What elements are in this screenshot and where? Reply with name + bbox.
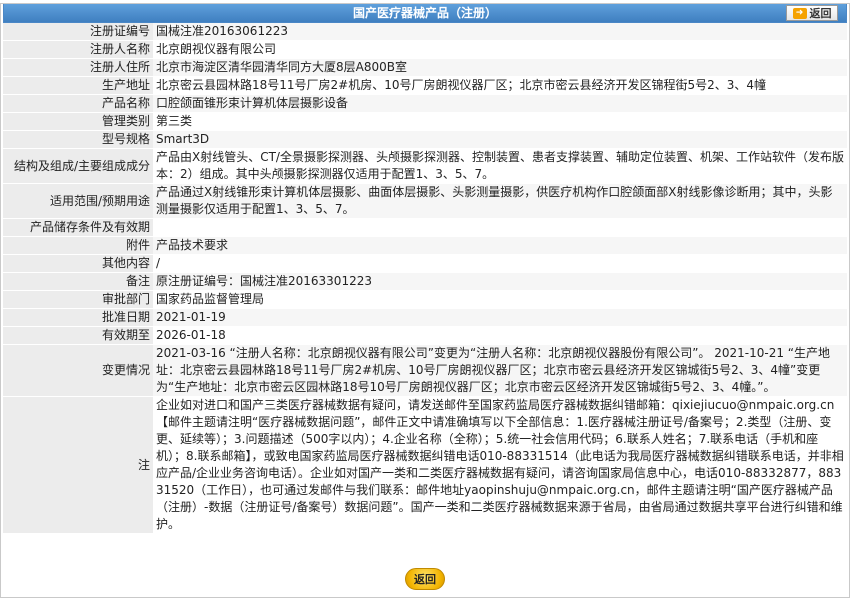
- back-button-top[interactable]: ➜ 返回: [786, 5, 838, 21]
- field-value: 产品通过X射线锥形束计算机体层摄影、曲面体层摄影、头影测量摄影，供医疗机构作口腔…: [153, 183, 847, 219]
- field-value: 2026-01-18: [153, 326, 847, 345]
- table-row: 产品储存条件及有效期: [3, 218, 847, 237]
- field-label: 审批部门: [3, 290, 153, 309]
- field-label: 型号规格: [3, 130, 153, 149]
- field-value: /: [153, 254, 847, 273]
- field-value: 2021-01-19: [153, 308, 847, 327]
- back-button-bottom[interactable]: 返回: [405, 568, 445, 590]
- arrow-right-icon: ➜: [792, 7, 807, 19]
- field-value: 原注册证编号：国械注准20163301223: [153, 272, 847, 291]
- field-value: 2021-03-16 “注册人名称：北京朗视仪器有限公司”变更为“注册人名称：北…: [153, 344, 847, 397]
- field-value: 北京市海淀区清华园清华同方大厦8层A800B室: [153, 58, 847, 77]
- field-label: 其他内容: [3, 254, 153, 273]
- table-row: 变更情况 2021-03-16 “注册人名称：北京朗视仪器有限公司”变更为“注册…: [3, 344, 847, 397]
- field-label: 产品储存条件及有效期: [3, 218, 153, 237]
- field-label: 有效期至: [3, 326, 153, 345]
- detail-table: 注册证编号 国械注准20163061223 注册人名称 北京朗视仪器有限公司 注…: [3, 23, 847, 534]
- field-label: 变更情况: [3, 344, 153, 397]
- field-value: 国家药品监督管理局: [153, 290, 847, 309]
- field-label: 注册证编号: [3, 23, 153, 41]
- field-label: 生产地址: [3, 76, 153, 95]
- field-label: 注册人名称: [3, 40, 153, 59]
- table-row: 产品名称 口腔颌面锥形束计算机体层摄影设备: [3, 94, 847, 113]
- field-label: 注: [3, 396, 153, 534]
- page-title: 国产医疗器械产品（注册）: [352, 6, 497, 20]
- table-row: 批准日期 2021-01-19: [3, 308, 847, 327]
- page-header: 国产医疗器械产品（注册） ➜ 返回: [3, 3, 847, 23]
- field-value: 北京密云县园林路18号11号厂房2#机房、10号厂房朗视仪器厂区；北京市密云县经…: [153, 76, 847, 95]
- table-row: 备注 原注册证编号：国械注准20163301223: [3, 272, 847, 291]
- field-value: 口腔颌面锥形束计算机体层摄影设备: [153, 94, 847, 113]
- field-label: 管理类别: [3, 112, 153, 131]
- field-value: 第三类: [153, 112, 847, 131]
- table-row: 有效期至 2026-01-18: [3, 326, 847, 345]
- field-label: 产品名称: [3, 94, 153, 113]
- table-row: 注册人住所 北京市海淀区清华园清华同方大厦8层A800B室: [3, 58, 847, 77]
- field-value: 国械注准20163061223: [153, 23, 847, 41]
- table-row: 管理类别 第三类: [3, 112, 847, 131]
- field-label: 批准日期: [3, 308, 153, 327]
- field-value: Smart3D: [153, 130, 847, 149]
- table-row: 适用范围/预期用途 产品通过X射线锥形束计算机体层摄影、曲面体层摄影、头影测量摄…: [3, 183, 847, 219]
- field-label: 附件: [3, 236, 153, 255]
- field-label: 结构及组成/主要组成成分: [3, 148, 153, 184]
- field-value: 产品由X射线管头、CT/全景摄影探测器、头颅摄影探测器、控制装置、患者支撑装置、…: [153, 148, 847, 184]
- table-row: 结构及组成/主要组成成分 产品由X射线管头、CT/全景摄影探测器、头颅摄影探测器…: [3, 148, 847, 184]
- field-label: 备注: [3, 272, 153, 291]
- table-row: 审批部门 国家药品监督管理局: [3, 290, 847, 309]
- field-value: 产品技术要求: [153, 236, 847, 255]
- table-row: 型号规格 Smart3D: [3, 130, 847, 149]
- field-value: [153, 218, 847, 237]
- field-value: 北京朗视仪器有限公司: [153, 40, 847, 59]
- table-row: 生产地址 北京密云县园林路18号11号厂房2#机房、10号厂房朗视仪器厂区；北京…: [3, 76, 847, 95]
- table-row: 其他内容 /: [3, 254, 847, 273]
- table-row: 注 企业如对进口和国产三类医疗器械数据有疑问，请发送邮件至国家药监局医疗器械数据…: [3, 396, 847, 534]
- table-row: 注册人名称 北京朗视仪器有限公司: [3, 40, 847, 59]
- table-row: 附件 产品技术要求: [3, 236, 847, 255]
- page: 国产医疗器械产品（注册） ➜ 返回 注册证编号 国械注准20163061223 …: [0, 3, 850, 598]
- field-value: 企业如对进口和国产三类医疗器械数据有疑问，请发送邮件至国家药监局医疗器械数据纠错…: [153, 396, 847, 534]
- back-button-top-label: 返回: [809, 7, 832, 20]
- field-label: 适用范围/预期用途: [3, 183, 153, 219]
- field-label: 注册人住所: [3, 58, 153, 77]
- footer: 返回: [0, 566, 850, 592]
- table-row: 注册证编号 国械注准20163061223: [3, 23, 847, 41]
